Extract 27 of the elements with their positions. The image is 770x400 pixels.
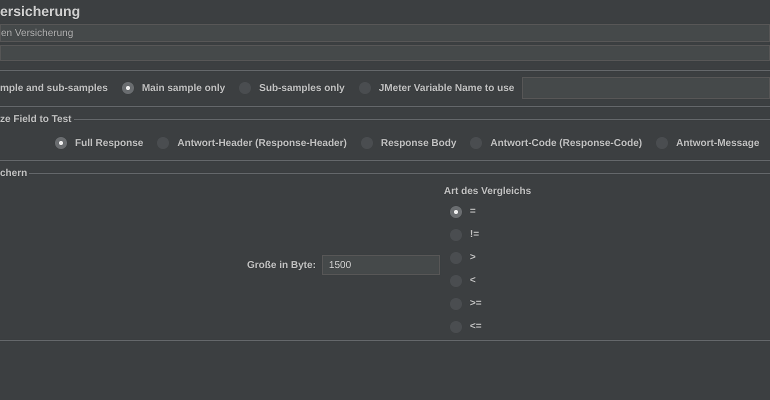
radio-label: Main sample only — [142, 82, 226, 96]
variable-name-field[interactable] — [522, 77, 770, 99]
radio-label: Antwort-Message — [676, 136, 760, 150]
radio-label: Full Response — [75, 136, 144, 150]
radio-label: >= — [470, 297, 482, 310]
radio-label: != — [470, 228, 480, 241]
group-title: Art des Vergleichs — [444, 185, 532, 199]
radio-label: <= — [470, 320, 482, 333]
size-field[interactable]: 1500 — [322, 255, 440, 275]
radio-label: JMeter Variable Name to use — [378, 82, 514, 96]
radio-label: = — [470, 205, 476, 218]
field-label: Große in Byte: — [247, 258, 316, 272]
comment-field[interactable] — [0, 45, 770, 61]
group-legend: ze Field to Test — [0, 112, 72, 126]
name-field[interactable]: en Versicherung — [0, 24, 770, 42]
panel-title: ersicherung — [0, 2, 82, 21]
group-legend: chern — [0, 166, 28, 180]
radio-label: mple and sub-samples — [0, 82, 108, 96]
radio-label: > — [470, 251, 476, 264]
radio-label: Antwort-Code (Response-Code) — [490, 136, 642, 150]
radio-button[interactable] — [122, 82, 134, 94]
radio-label: Antwort-Header (Response-Header) — [177, 136, 347, 150]
radio-label: Sub-samples only — [259, 82, 345, 96]
radio-button[interactable] — [450, 206, 462, 218]
radio-label: < — [470, 274, 476, 287]
radio-button[interactable] — [55, 137, 67, 149]
radio-label: Response Body — [380, 136, 456, 150]
